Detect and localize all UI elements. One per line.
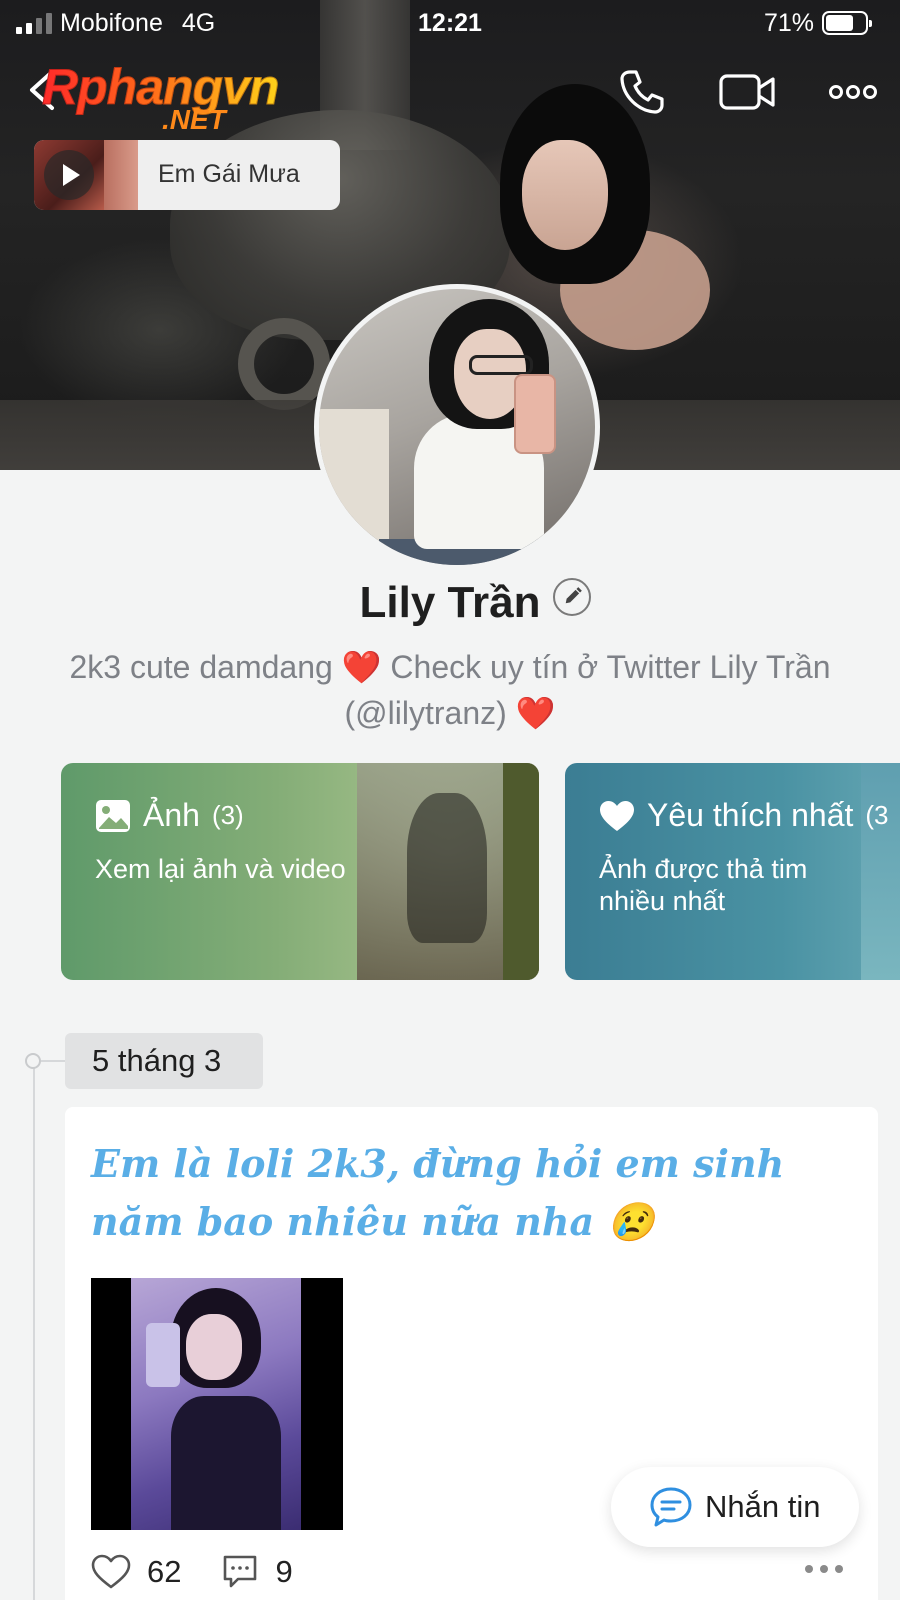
post-actions: 62 9 (91, 1553, 333, 1591)
avatar[interactable] (314, 284, 600, 570)
favorites-count: (3 (865, 800, 889, 830)
play-icon[interactable] (44, 150, 94, 200)
image-icon (96, 799, 130, 832)
post-photo-face (186, 1314, 242, 1380)
status-bar: Mobifone 4G 12:21 71% (0, 0, 900, 46)
message-button[interactable]: Nhắn tin (611, 1467, 859, 1547)
photos-label: Ảnh (143, 797, 200, 833)
more-horizontal-icon[interactable] (828, 66, 878, 118)
photos-card[interactable]: Ảnh (3) Xem lại ảnh và video (61, 763, 539, 980)
favorites-card[interactable]: Yêu thích nhất (3 Ảnh được thả tim nhiều… (565, 763, 900, 980)
photos-count: (3) (211, 800, 244, 830)
music-title: Em Gái Mưa (158, 160, 300, 188)
phone-icon[interactable] (616, 66, 668, 118)
post-photo-phone (146, 1323, 180, 1387)
post-text: Em là loli 2k3, đừng hỏi em sinh năm bao… (91, 1141, 785, 1244)
music-thumbnail-strip (104, 140, 138, 210)
like-count: 62 (147, 1554, 182, 1589)
post-photo[interactable] (91, 1278, 343, 1530)
battery-percent: 71% (763, 9, 814, 37)
cover-person-face (522, 140, 608, 250)
heart-icon (600, 800, 634, 831)
profile-music-button[interactable]: Em Gái Mưa (34, 140, 340, 210)
video-camera-icon[interactable] (718, 66, 778, 118)
profile-name: Lily Trần (359, 578, 541, 627)
brand-logo: Rphangvn .NET (41, 58, 322, 138)
favorites-card-title: Yêu thích nhất (3 (599, 797, 889, 834)
timeline-tick (41, 1060, 65, 1062)
avatar-glasses (469, 355, 533, 375)
heart-outline-icon (91, 1554, 131, 1589)
favorites-label: Yêu thích nhất (647, 797, 854, 833)
comment-icon (224, 1555, 257, 1588)
photos-card-edge (503, 763, 539, 980)
photos-description: Xem lại ảnh và video (95, 854, 346, 884)
comment-count: 9 (275, 1554, 293, 1589)
brand-logo-main: Rphangvn (41, 59, 279, 116)
post-photo-dress (171, 1396, 281, 1530)
pencil-icon[interactable] (553, 578, 591, 616)
battery-icon (822, 11, 872, 35)
brand-logo-sub: .NET (162, 104, 226, 135)
like-button[interactable]: 62 (91, 1554, 181, 1590)
chat-bubble-icon (650, 1487, 692, 1527)
post-more-icon[interactable] (804, 1563, 844, 1575)
profile-bio: 2k3 cute damdang ❤️ Check uy tín ở Twitt… (69, 649, 831, 731)
message-button-label: Nhắn tin (705, 1489, 821, 1524)
timeline-dot (25, 1053, 41, 1069)
favorites-description: Ảnh được thả tim nhiều nhất (599, 854, 808, 916)
avatar-phone (514, 374, 556, 454)
photos-card-title: Ảnh (3) (95, 797, 244, 834)
timeline-line (33, 1054, 35, 1600)
comment-button[interactable]: 9 (221, 1553, 293, 1591)
timeline-date: 5 tháng 3 (65, 1033, 263, 1089)
